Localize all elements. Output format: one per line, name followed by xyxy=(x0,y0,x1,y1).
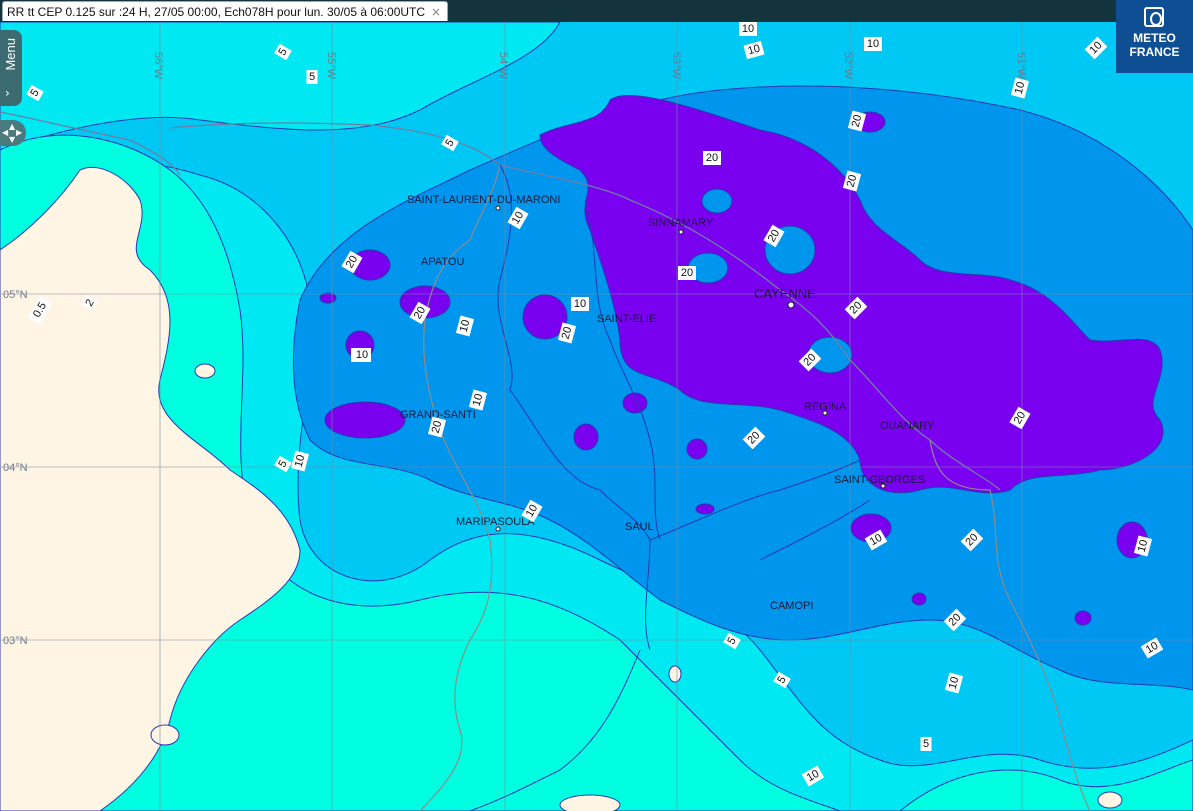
pan-control[interactable]: ▲ ▼ ◀ ▶ xyxy=(0,120,26,146)
lon-label: 55°W xyxy=(325,52,337,80)
svg-text:5: 5 xyxy=(923,738,929,750)
lat-label: 05°N xyxy=(3,289,28,301)
dry-patch xyxy=(194,363,216,379)
city-label: SAINT-LAURENT-DU-MARONI xyxy=(407,194,560,206)
svg-text:5: 5 xyxy=(309,71,315,83)
city-label: APATOU xyxy=(421,256,464,268)
meteo-france-logo-icon xyxy=(1144,7,1164,27)
city-label: SAINT-ELIE xyxy=(597,313,656,325)
contour-label: 5 xyxy=(306,70,318,84)
city-label: SINNAMARY xyxy=(648,217,714,229)
precipitation-map[interactable]: 56°W 55°W 54°W 53°W 52°W 51°W 05°N 04°N … xyxy=(0,22,1193,811)
svg-text:10: 10 xyxy=(574,298,586,310)
heavy-cell xyxy=(695,503,715,515)
svg-text:10: 10 xyxy=(742,23,754,35)
menu-label: Menu xyxy=(3,38,18,71)
pan-arrows-icon: ◀ xyxy=(2,128,9,137)
city-label: MARIPASOULA xyxy=(456,516,535,528)
chevron-right-icon: › xyxy=(5,86,10,100)
lon-label: 56°W xyxy=(152,52,164,80)
city-label: REGINA xyxy=(804,401,847,413)
heavy-cell xyxy=(573,423,599,451)
lon-label: 52°W xyxy=(842,52,854,80)
city-label: SAUL xyxy=(625,521,654,533)
meteo-france-logo[interactable]: METEO FRANCE xyxy=(1116,0,1193,73)
city-label: CAYENNE xyxy=(754,286,816,301)
contour-label: 20 xyxy=(678,266,696,280)
pan-arrows-icon: ▼ xyxy=(9,135,16,144)
heavy-cell xyxy=(324,401,406,439)
lon-label: 53°W xyxy=(670,52,682,80)
dry-patch xyxy=(668,665,682,683)
contour-label: 10 xyxy=(353,348,371,362)
dry-patch xyxy=(559,794,621,811)
dry-patch xyxy=(150,724,180,746)
city-label: SAINT-GEORGES xyxy=(834,474,925,486)
dry-patch xyxy=(1097,791,1123,809)
contour-label: 10 xyxy=(864,37,882,51)
top-bar: RR tt CEP 0.125 sur :24 H, 27/05 00:00, … xyxy=(0,0,1193,22)
logo-line1: METEO xyxy=(1133,31,1176,45)
heavy-cell xyxy=(622,392,648,414)
heavy-cell xyxy=(686,438,708,460)
map-tab[interactable]: RR tt CEP 0.125 sur :24 H, 27/05 00:00, … xyxy=(2,1,449,21)
lon-label: 54°W xyxy=(497,52,509,80)
contour-label: 10 xyxy=(571,297,589,311)
svg-text:10: 10 xyxy=(356,349,368,361)
pan-arrows-icon: ▶ xyxy=(16,128,23,137)
moderate-pocket xyxy=(701,188,733,214)
heavy-cell xyxy=(911,592,927,606)
lon-label: 51°W xyxy=(1015,52,1027,80)
svg-text:20: 20 xyxy=(706,152,718,164)
city-label: CAMOPI xyxy=(770,600,813,612)
close-icon[interactable]: × xyxy=(431,5,441,19)
contour-label: 20 xyxy=(703,151,721,165)
lat-label: 03°N xyxy=(3,635,28,647)
contour-label: 10 xyxy=(739,22,757,36)
logo-line2: FRANCE xyxy=(1129,45,1180,59)
pan-arrows-icon: ▲ xyxy=(9,122,16,131)
menu-button[interactable]: Menu › xyxy=(0,30,22,106)
heavy-cell xyxy=(1074,610,1092,626)
map-tab-title: RR tt CEP 0.125 sur :24 H, 27/05 00:00, … xyxy=(7,4,426,19)
svg-text:20: 20 xyxy=(681,267,693,279)
city-label: OUANARY xyxy=(880,420,935,432)
lat-label: 04°N xyxy=(3,462,28,474)
heavy-cell xyxy=(319,292,337,304)
contour-label: 5 xyxy=(920,737,932,751)
svg-text:10: 10 xyxy=(867,38,879,50)
